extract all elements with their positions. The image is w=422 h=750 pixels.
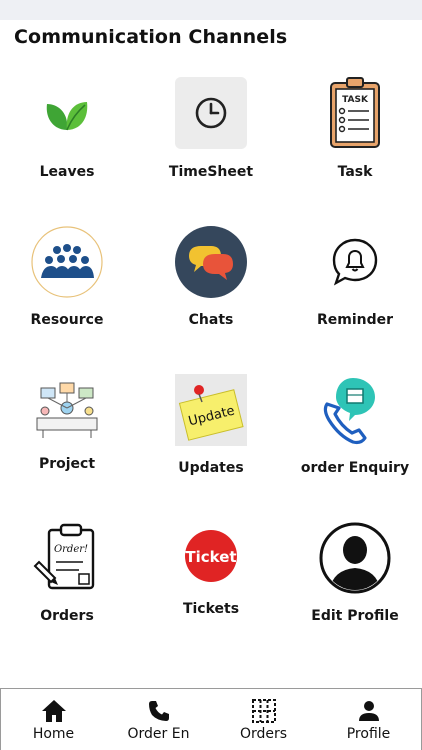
chat-bubbles-icon (175, 226, 247, 298)
page-title: Communication Channels (14, 26, 288, 48)
people-group-icon (31, 226, 103, 298)
tile-project[interactable]: Project (0, 356, 137, 486)
phone-icon (144, 697, 174, 725)
nav-home[interactable]: Home (1, 689, 106, 750)
nav-label: Orders (239, 726, 288, 742)
bottom-nav: Home Order En Orders Profile (0, 688, 422, 750)
ticket-icon-text: Ticket (185, 548, 236, 566)
nav-label: Order En (127, 726, 190, 742)
task-icon-text: TASK (342, 95, 369, 105)
update-note-icon: Update (175, 374, 247, 446)
tile-label: TimeSheet (168, 164, 254, 180)
tile-chats[interactable]: Chats (141, 208, 281, 338)
tile-label: Edit Profile (311, 608, 399, 624)
tile-label: Project (38, 456, 96, 472)
nav-label: Home (32, 726, 75, 742)
tile-orders[interactable]: Order! Orders (0, 504, 137, 634)
tile-leaves[interactable]: Leaves (0, 60, 137, 190)
order-icon-text: Order! (54, 544, 88, 555)
task-clipboard-icon: TASK (319, 77, 391, 149)
tile-label: Chats (188, 312, 234, 328)
tile-label: Orders (40, 608, 94, 624)
tile-label: Tickets (182, 601, 240, 617)
nav-label: Profile (346, 726, 391, 742)
person-icon (354, 697, 384, 725)
tile-timesheet[interactable]: TimeSheet (141, 60, 281, 190)
clock-icon (175, 77, 247, 149)
tile-tickets[interactable]: Ticket Tickets (141, 504, 281, 634)
tile-edit-profile[interactable]: Edit Profile (285, 504, 422, 634)
status-bar (0, 0, 422, 20)
tile-label: Updates (178, 460, 244, 476)
home-icon (39, 697, 69, 725)
nav-profile[interactable]: Profile (316, 689, 421, 750)
phone-box-icon (319, 374, 391, 446)
grid-icon (249, 697, 279, 725)
tile-label: order Enquiry (300, 460, 410, 476)
leaves-icon (31, 78, 103, 150)
nav-order-enquiry[interactable]: Order En (106, 689, 211, 750)
tile-label: Resource (30, 312, 104, 328)
tile-label: Task (337, 164, 373, 180)
tile-order-enquiry[interactable]: order Enquiry (285, 356, 422, 486)
tile-updates[interactable]: Update Updates (141, 356, 281, 486)
tile-resource[interactable]: Resource (0, 208, 137, 338)
tile-reminder[interactable]: Reminder (285, 208, 422, 338)
tile-label: Reminder (316, 312, 394, 328)
nav-orders[interactable]: Orders (211, 689, 316, 750)
bell-bubble-icon (319, 226, 391, 298)
project-network-icon (31, 374, 103, 446)
ticket-icon: Ticket (175, 528, 247, 584)
order-clipboard-icon: Order! (31, 522, 103, 594)
profile-avatar-icon (319, 522, 391, 594)
tile-task[interactable]: TASK Task (285, 60, 422, 190)
tile-label: Leaves (39, 164, 95, 180)
